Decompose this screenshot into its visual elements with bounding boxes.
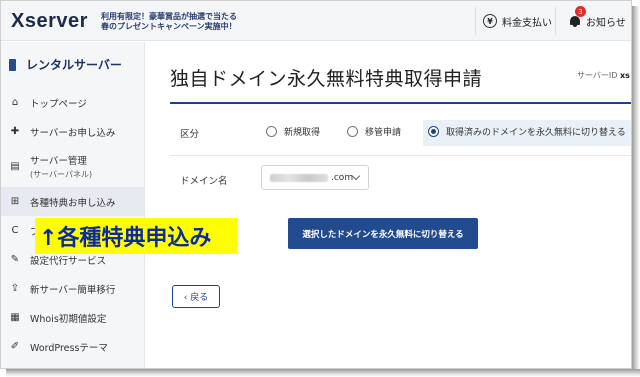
- switch-domain-free-button[interactable]: 選択したドメインを永久無料に切り替える: [288, 218, 478, 249]
- radio-circle: [266, 126, 277, 137]
- sidebar-item-special-offers[interactable]: ⊞ 各種特典お申し込み: [1, 187, 144, 216]
- sidebar-item-label: Whois初期値設定: [30, 313, 107, 325]
- masked-domain: [270, 173, 328, 182]
- wrench-icon: ✎: [10, 254, 20, 265]
- promo-banner[interactable]: 利用有限定！豪華賞品が抽選で当たる 春のプレゼントキャンペーン実施中！: [101, 12, 237, 32]
- sidebar-item-label: サーバーお申し込み: [30, 127, 116, 139]
- server-id-value: xs: [620, 71, 630, 80]
- sidebar-item-label: トップページ: [30, 98, 87, 110]
- move-icon: ⇪: [10, 283, 20, 294]
- payment-label: 料金支払い: [502, 17, 552, 29]
- category-label: 区分: [180, 129, 200, 140]
- sidebar-item-top[interactable]: ⌂ トップページ: [1, 88, 144, 117]
- sidebar-item-server-order[interactable]: ✚ サーバーお申し込み: [1, 117, 144, 146]
- sidebar-item-migration[interactable]: ⇪ 新サーバー簡単移行: [1, 274, 144, 303]
- promo-line-2: 春のプレゼントキャンペーン実施中！: [101, 22, 237, 31]
- server-id: サーバーID xs: [577, 70, 630, 81]
- yen-coin-icon: ¥: [483, 14, 497, 28]
- server-block-icon: [9, 58, 16, 71]
- header-divider: [555, 7, 556, 35]
- annotation-highlight: ↑各種特典申込み: [35, 218, 237, 254]
- sidebar-item-label: WordPressテーマ: [30, 342, 108, 354]
- promo-line-1: 利用有限定！豪華賞品が抽選で当たる: [101, 12, 237, 21]
- frame-shadow-right: [632, 6, 640, 377]
- row-divider: [170, 155, 631, 156]
- sidebar-title[interactable]: レンタルサーバー: [9, 56, 122, 73]
- document-icon: ▦: [10, 312, 20, 323]
- radio-new-registration[interactable]: 新規取得: [266, 125, 320, 138]
- sidebar-title-label: レンタルサーバー: [26, 58, 122, 72]
- server-icon: ▤: [10, 161, 20, 172]
- gift-icon: ⊞: [10, 196, 20, 207]
- app-window: Xserver 利用有限定！豪華賞品が抽選で当たる 春のプレゼントキャンペーン実…: [0, 0, 632, 369]
- radio-circle: [347, 126, 358, 137]
- header-divider: [475, 7, 476, 35]
- xserver-logo[interactable]: Xserver: [11, 10, 88, 33]
- main-content: 独自ドメイン永久無料特典取得申請 サーバーID xs 区分 新規取得 移管申請 …: [146, 42, 631, 368]
- radio-label: 取得済みのドメインを永久無料に切り替える: [446, 128, 626, 138]
- sidebar-item-label: 新サーバー簡単移行: [30, 284, 116, 296]
- sidebar-item-server-panel[interactable]: ▤ サーバー管理 (サーバーパネル): [1, 146, 144, 187]
- sidebar-item-text: サーバー管理: [30, 156, 87, 167]
- sidebar-item-wordpress-theme[interactable]: ✐ WordPressテーマ: [1, 332, 144, 361]
- payment-button[interactable]: ¥ 料金支払い: [483, 11, 552, 31]
- frame-shadow-bottom: [6, 369, 640, 377]
- radio-circle: [428, 126, 439, 137]
- page-title: 独自ドメイン永久無料特典取得申請: [170, 68, 483, 90]
- edit-icon: ✐: [10, 341, 20, 352]
- domain-name-label: ドメイン名: [180, 176, 228, 187]
- server-id-label: サーバーID: [577, 71, 618, 80]
- radio-switch-existing-domain[interactable]: 取得済みのドメインを永久無料に切り替える: [428, 125, 626, 138]
- radio-transfer[interactable]: 移管申請: [347, 125, 401, 138]
- refresh-icon: C: [11, 225, 19, 236]
- notifications-label: お知らせ: [586, 17, 626, 29]
- sidebar: レンタルサーバー ⌂ トップページ ✚ サーバーお申し込み ▤ サーバー管理 (…: [1, 42, 145, 368]
- sidebar-item-label: 各種特典お申し込み: [30, 197, 116, 209]
- notification-count-badge: 3: [575, 6, 586, 17]
- radio-label: 移管申請: [365, 128, 402, 138]
- back-button[interactable]: ‹ 戻る: [172, 285, 220, 308]
- title-underline: [170, 102, 631, 104]
- home-icon: ⌂: [11, 97, 19, 108]
- sidebar-item-whois[interactable]: ▦ Whois初期値設定: [1, 303, 144, 332]
- sidebar-item-subtext: (サーバーパネル): [30, 170, 93, 179]
- domain-select[interactable]: .com: [261, 165, 369, 190]
- radio-label: 新規取得: [284, 128, 321, 138]
- sidebar-item-label: 設定代行サービス: [30, 255, 107, 267]
- domain-suffix: .com: [331, 172, 354, 183]
- sidebar-item-label: サーバー管理 (サーバーパネル): [30, 153, 92, 180]
- plus-circle-icon: ✚: [10, 126, 20, 137]
- top-header: Xserver 利用有限定！豪華賞品が抽選で当たる 春のプレゼントキャンペーン実…: [1, 1, 631, 41]
